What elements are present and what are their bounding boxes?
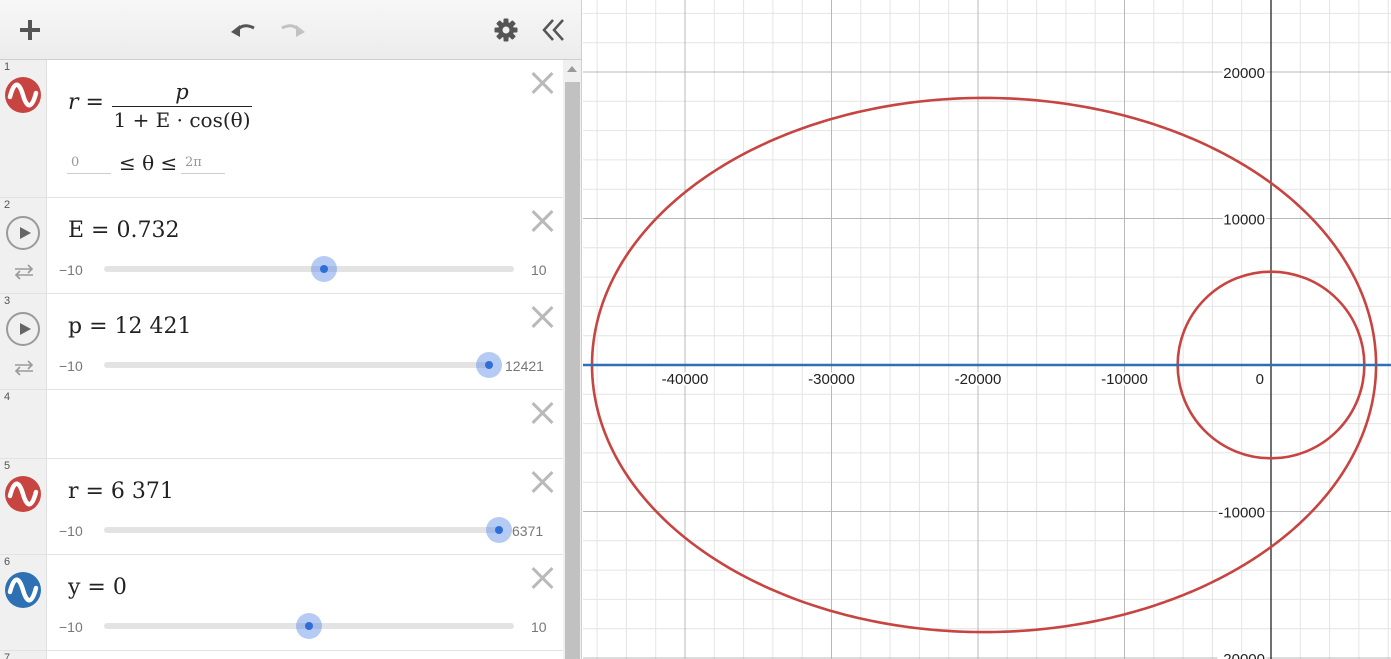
x-tick-label: -10000	[1101, 371, 1148, 388]
delete-expression-button[interactable]	[531, 210, 553, 232]
delete-expression-button[interactable]	[531, 471, 553, 493]
expression-row-3[interactable]: 3 p = 12 421 −10 12421	[0, 294, 563, 390]
formula-text[interactable]: p = 12 421	[68, 314, 191, 339]
play-slider-button[interactable]	[6, 216, 40, 250]
expression-gutter: 6	[0, 555, 47, 650]
formula-text[interactable]: r = 6 371	[68, 479, 174, 504]
play-slider-button[interactable]	[6, 312, 40, 346]
expression-gutter: 1	[0, 60, 47, 197]
delete-expression-button[interactable]	[531, 567, 553, 589]
domain-min-input[interactable]: 0	[67, 155, 111, 174]
y-tick-label: 20000	[1223, 65, 1265, 82]
expression-number: 2	[4, 199, 11, 211]
redo-icon[interactable]	[274, 12, 310, 48]
scroll-up-arrow-icon[interactable]	[567, 66, 577, 72]
expression-number: 5	[4, 460, 11, 472]
expression-gutter: 4	[0, 390, 47, 458]
slider-min-label[interactable]: −10	[59, 358, 83, 374]
domain-inequality: ≤ θ ≤	[119, 151, 178, 175]
fraction-numerator: p	[175, 80, 189, 104]
gear-icon[interactable]	[488, 12, 524, 48]
fraction-denominator: 1 + E · cos(θ)	[113, 108, 251, 132]
formula-lhs: r =	[68, 90, 104, 115]
graph-color-icon[interactable]	[5, 572, 41, 608]
graph-color-icon[interactable]	[5, 476, 41, 512]
slider-max-label[interactable]: 10	[531, 262, 547, 278]
slider-track[interactable]	[104, 266, 514, 272]
graphing-calculator-app: 1 r = p 1 + E · cos(θ) 0 ≤ θ ≤ 2π 2 E = …	[0, 0, 1391, 659]
slider-handle[interactable]	[486, 517, 512, 543]
expression-row-4[interactable]: 4	[0, 390, 563, 459]
expression-row-1[interactable]: 1 r = p 1 + E · cos(θ) 0 ≤ θ ≤ 2π	[0, 60, 563, 198]
expression-row-7[interactable]: 7	[0, 651, 563, 659]
slider-track[interactable]	[104, 362, 489, 368]
formula-fraction[interactable]: p 1 + E · cos(θ)	[112, 80, 252, 133]
plotted-curves	[583, 96, 1391, 634]
expression-row-2[interactable]: 2 E = 0.732 −10 10	[0, 198, 563, 294]
repeat-icon[interactable]	[12, 264, 36, 280]
slider-track[interactable]	[104, 527, 499, 533]
expression-gutter: 3	[0, 294, 47, 389]
delete-expression-button[interactable]	[531, 72, 553, 94]
scrollbar-thumb[interactable]	[565, 82, 580, 659]
y-tick-label: -20000	[1218, 651, 1265, 659]
expression-number: 7	[4, 652, 11, 659]
expression-number: 6	[4, 556, 11, 568]
slider-max-label[interactable]: 12421	[505, 358, 544, 374]
x-tick-label: -40000	[662, 371, 709, 388]
graph-canvas[interactable]: -40000-40000 -30000-30000 -20000-20000 -100…	[583, 0, 1391, 659]
graph-color-icon[interactable]	[5, 77, 41, 113]
expression-number: 4	[4, 391, 11, 403]
expression-panel: 1 r = p 1 + E · cos(θ) 0 ≤ θ ≤ 2π 2 E = …	[0, 0, 582, 659]
y-tick-label: 10000	[1223, 212, 1265, 229]
expression-scrollbar[interactable]	[563, 60, 581, 659]
slider-max-label[interactable]: 10	[531, 619, 547, 635]
slider-handle[interactable]	[476, 352, 502, 378]
slider-handle[interactable]	[296, 613, 322, 639]
slider-handle[interactable]	[311, 256, 337, 282]
undo-icon[interactable]	[226, 12, 262, 48]
expression-gutter: 2	[0, 198, 47, 293]
x-tick-label: -20000	[955, 371, 1002, 388]
delete-expression-button[interactable]	[531, 402, 553, 424]
expression-gutter: 7	[0, 651, 47, 659]
repeat-icon[interactable]	[12, 360, 36, 376]
slider-min-label[interactable]: −10	[59, 523, 83, 539]
expression-number: 1	[4, 61, 11, 73]
expression-number: 3	[4, 295, 11, 307]
domain-max-input[interactable]: 2π	[181, 155, 225, 174]
slider-min-label[interactable]: −10	[59, 619, 83, 635]
expression-gutter: 5	[0, 459, 47, 554]
formula-text[interactable]: y = 0	[68, 575, 127, 600]
x-tick-label: 0	[1256, 371, 1264, 388]
slider-max-label[interactable]: 6371	[512, 523, 543, 539]
delete-expression-button[interactable]	[531, 306, 553, 328]
expression-row-6[interactable]: 6 y = 0 −10 10	[0, 555, 563, 651]
slider-min-label[interactable]: −10	[59, 262, 83, 278]
toolbar	[0, 0, 581, 60]
expression-list: 1 r = p 1 + E · cos(θ) 0 ≤ θ ≤ 2π 2 E = …	[0, 60, 563, 659]
expression-row-5[interactable]: 5 r = 6 371 −10 6371	[0, 459, 563, 555]
formula-text[interactable]: E = 0.732	[68, 218, 179, 243]
y-tick-label: -10000	[1218, 505, 1265, 522]
double-chevron-left-icon[interactable]	[536, 12, 572, 48]
x-tick-label: -30000	[808, 371, 855, 388]
plus-icon[interactable]	[12, 12, 48, 48]
